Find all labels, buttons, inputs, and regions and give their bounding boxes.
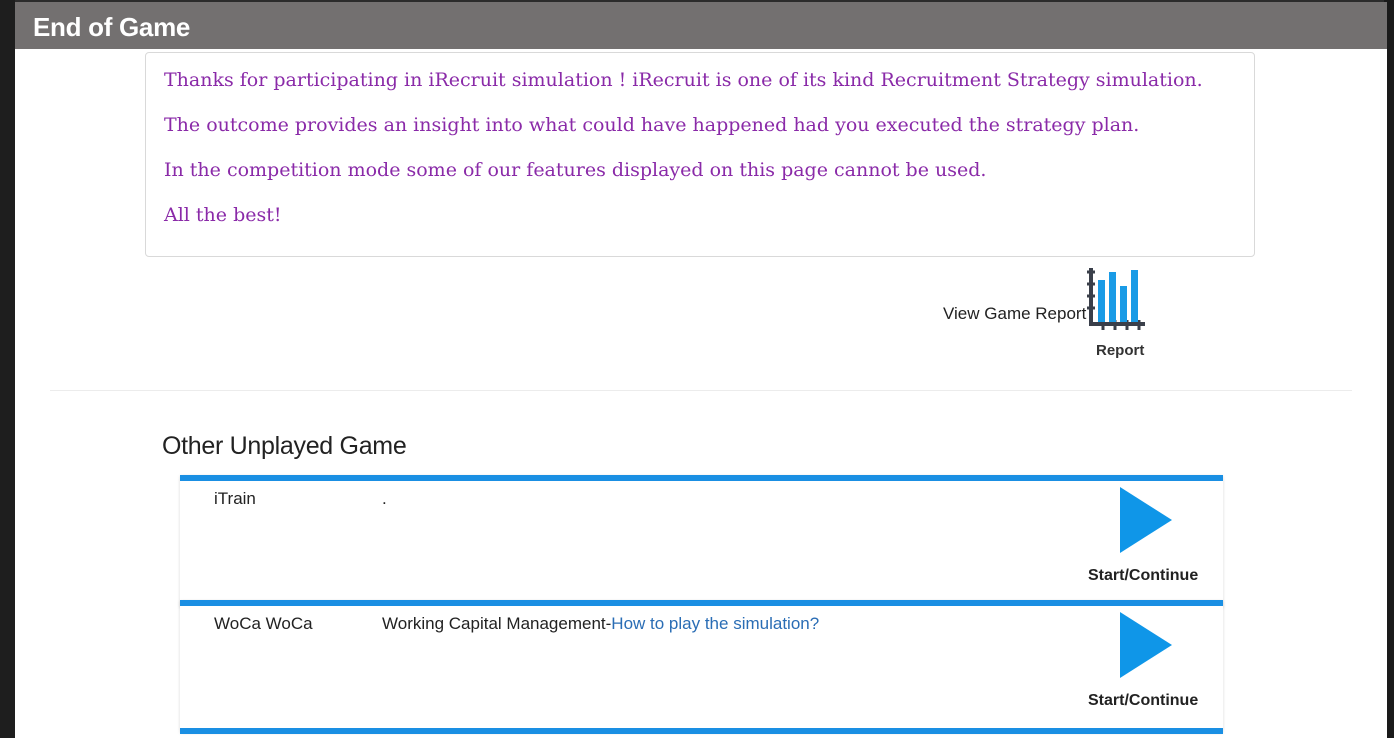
start-continue-button[interactable]: Start/Continue bbox=[1088, 692, 1198, 710]
other-games-title: Other Unplayed Game bbox=[162, 432, 407, 460]
message-line: All the best! bbox=[164, 204, 282, 226]
modal-title: End of Game bbox=[15, 2, 1387, 49]
how-to-play-link[interactable]: How to play the simulation? bbox=[611, 614, 819, 633]
game-card-woca: WoCa WoCa Working Capital Management-How… bbox=[180, 600, 1223, 732]
report-section: View Game Report Report bbox=[943, 264, 1183, 364]
game-description: Working Capital Management-How to play t… bbox=[382, 614, 819, 634]
backdrop-left bbox=[0, 0, 15, 738]
view-game-report-link[interactable]: View Game Report bbox=[943, 304, 1086, 324]
game-description-text: Working Capital Management- bbox=[382, 614, 612, 633]
play-icon[interactable] bbox=[1118, 610, 1174, 680]
message-line: In the competition mode some of our feat… bbox=[164, 159, 987, 181]
game-card-itrain: iTrain . Start/Continue bbox=[180, 475, 1223, 607]
play-icon[interactable] bbox=[1118, 485, 1174, 555]
game-name: iTrain bbox=[214, 489, 256, 508]
message-line: The outcome provides an insight into wha… bbox=[164, 114, 1140, 136]
bar-chart-icon[interactable] bbox=[1085, 266, 1147, 334]
game-list-bottom-border bbox=[180, 728, 1223, 734]
start-continue-button[interactable]: Start/Continue bbox=[1088, 567, 1198, 585]
message-line: Thanks for participating in iRecruit sim… bbox=[164, 69, 1203, 91]
game-description-text: . bbox=[382, 489, 387, 508]
message-box: Thanks for participating in iRecruit sim… bbox=[145, 52, 1255, 257]
section-divider bbox=[50, 390, 1352, 391]
report-icon-label: Report bbox=[1096, 342, 1145, 359]
game-description: . bbox=[382, 489, 387, 509]
game-name: WoCa WoCa bbox=[214, 614, 313, 633]
end-of-game-modal: End of Game Thanks for participating in … bbox=[15, 2, 1387, 738]
